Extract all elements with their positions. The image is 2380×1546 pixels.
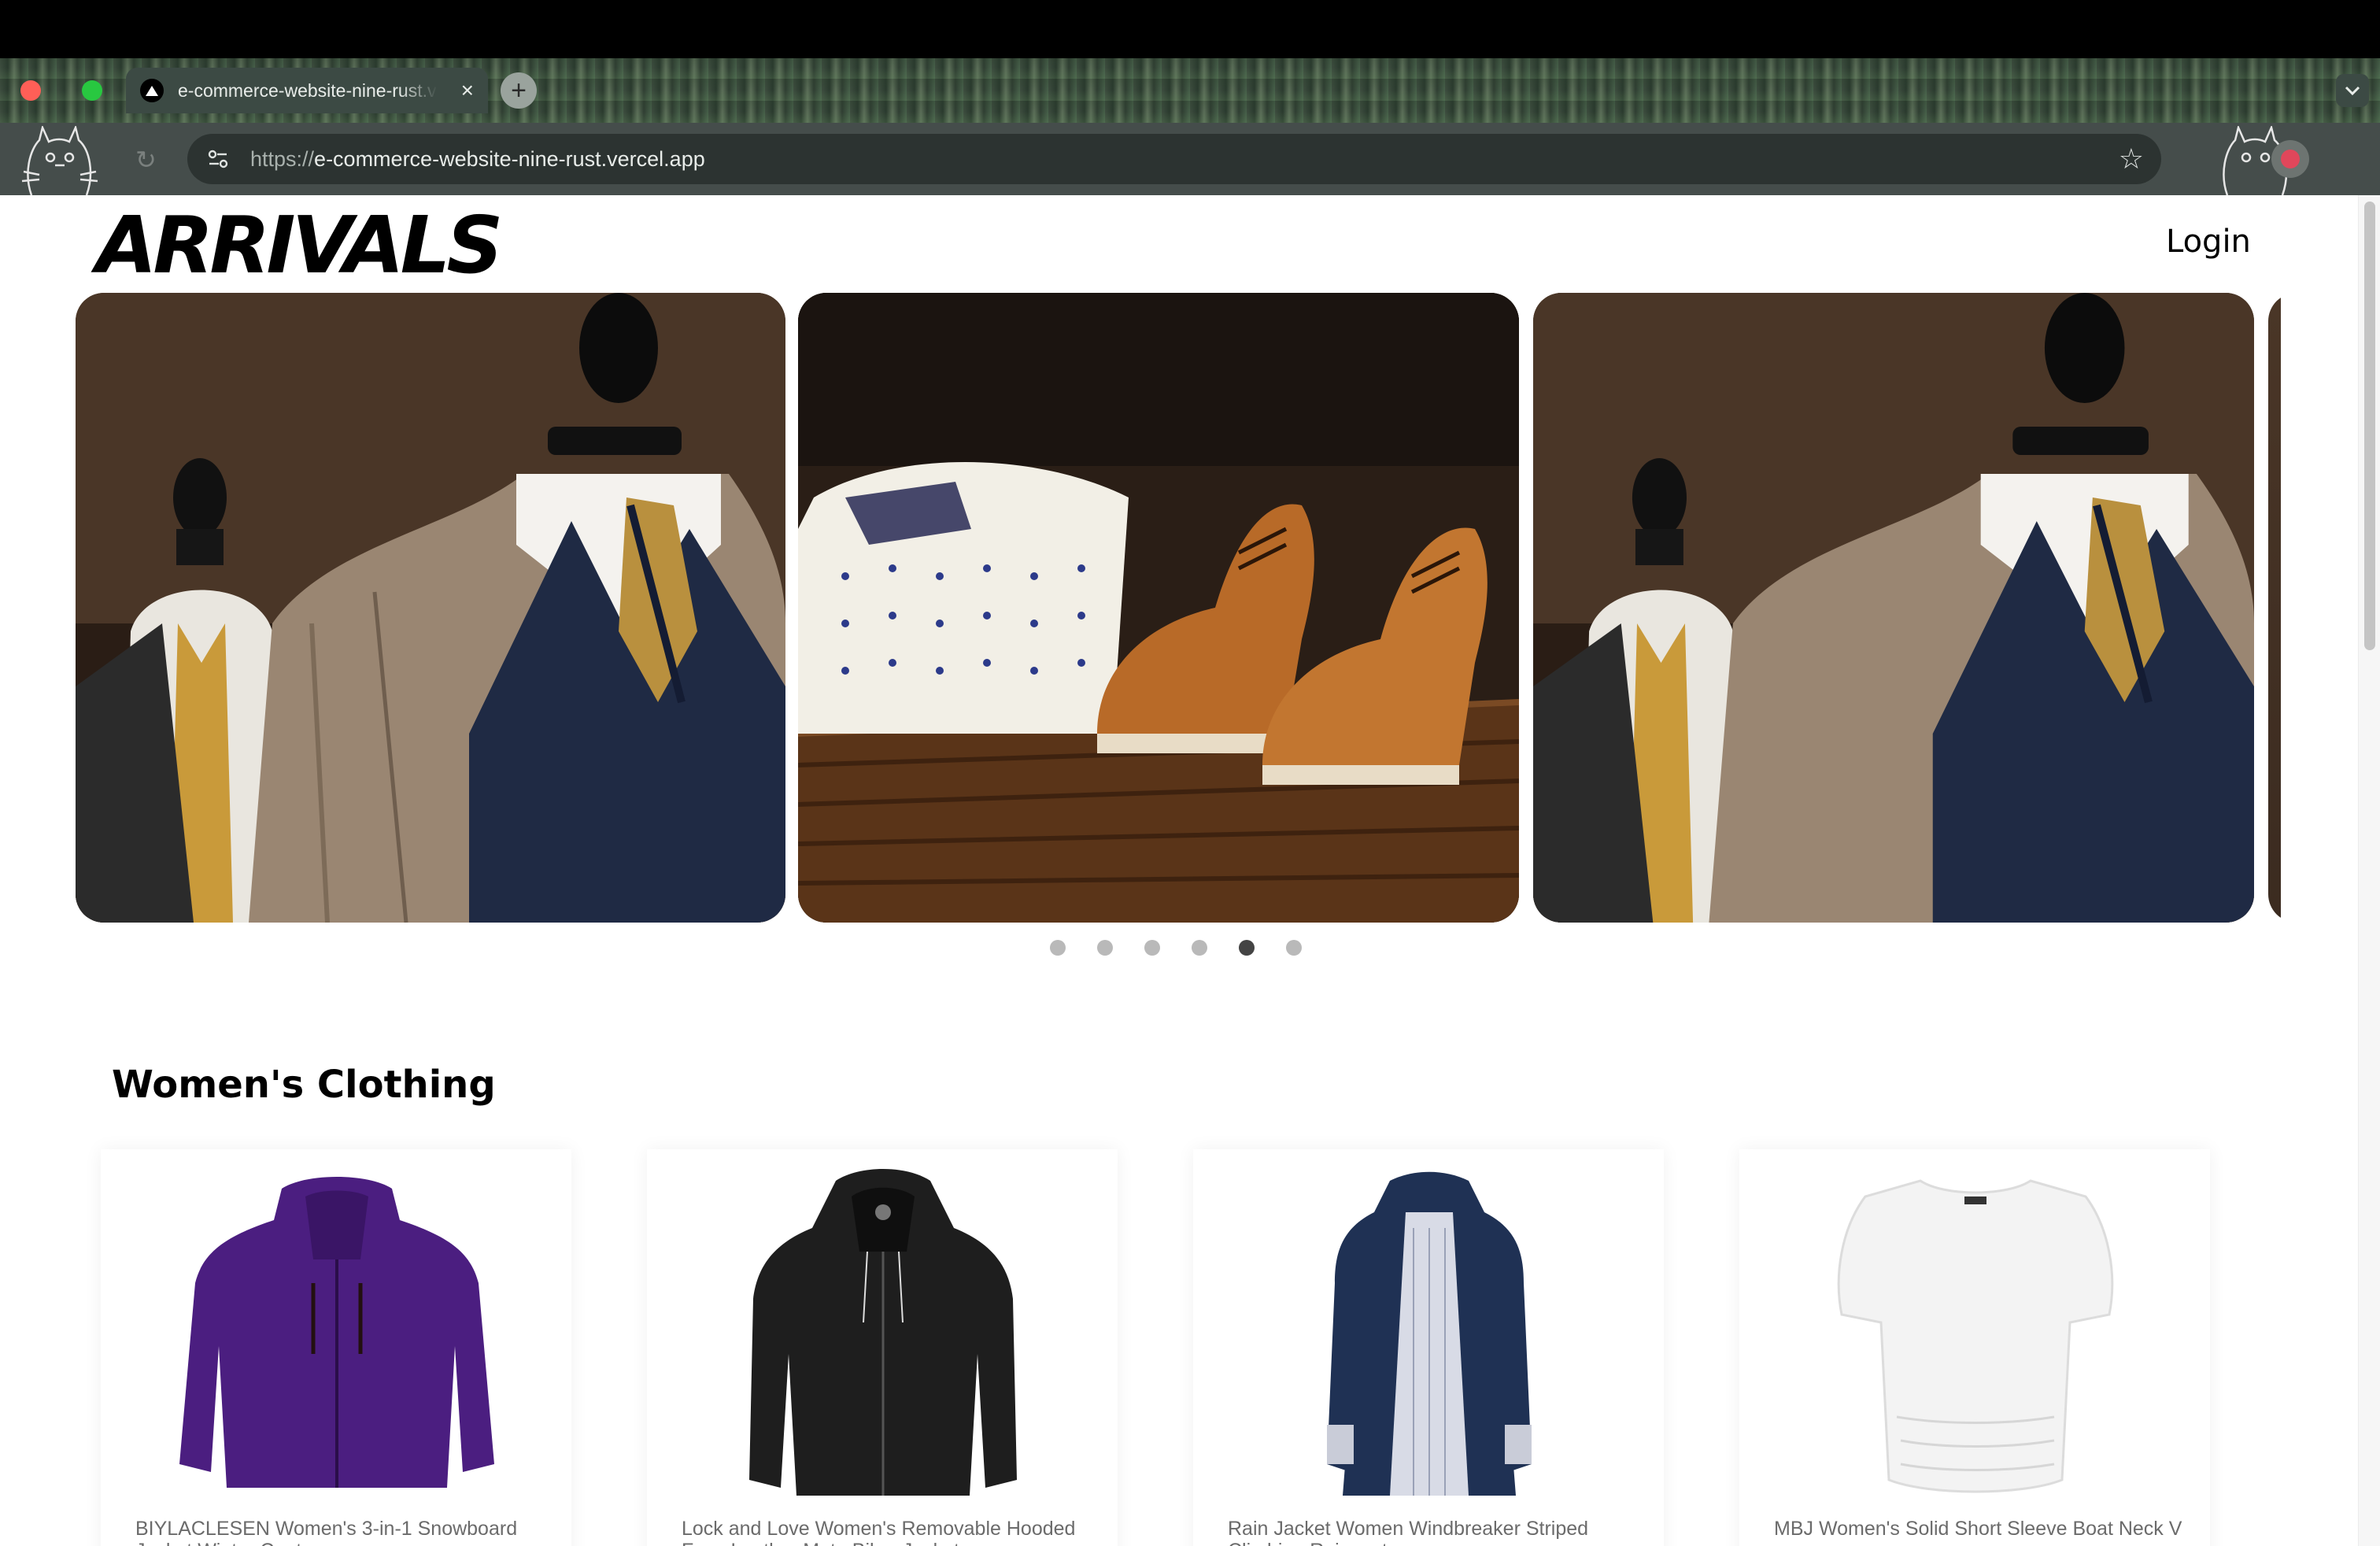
white-tshirt-image [1837, 1179, 2114, 1493]
carousel-dot[interactable] [1286, 940, 1302, 956]
carousel-slide-shoes[interactable] [798, 293, 1519, 923]
carousel-slide-suit-2[interactable] [1533, 293, 2254, 923]
tab-close-button[interactable]: × [461, 80, 474, 102]
site-info-icon[interactable] [205, 146, 231, 172]
product-title[interactable]: MBJ Women's Solid Short Sleeve Boat Neck… [1774, 1518, 2183, 1540]
carousel-dot[interactable] [1050, 940, 1066, 956]
profile-avatar-button[interactable] [2271, 140, 2309, 178]
product-title[interactable]: Rain Jacket Women Windbreaker Striped Cl… [1228, 1518, 1637, 1546]
browser-tab[interactable]: e-commerce-website-nine-rust.vercel.app … [126, 68, 488, 113]
product-card[interactable]: Lock and Love Women's Removable Hooded F… [647, 1149, 1118, 1546]
carousel-dot[interactable] [1144, 940, 1160, 956]
bookmark-star-icon[interactable]: ☆ [2119, 142, 2144, 176]
address-bar[interactable]: https://e-commerce-website-nine-rust.ver… [187, 134, 2161, 184]
product-title[interactable]: Lock and Love Women's Removable Hooded F… [682, 1518, 1091, 1546]
product-card[interactable]: MBJ Women's Solid Short Sleeve Boat Neck… [1739, 1149, 2210, 1546]
suit-mannequin-image-2 [1533, 293, 2254, 923]
page-viewport: ARRIVALS Login Women's Clothing BIYLACLE… [0, 195, 2380, 1546]
page-scrollbar[interactable] [2358, 195, 2380, 1546]
section-title-womens-clothing: Women's Clothing [112, 1063, 496, 1107]
url-text: https://e-commerce-website-nine-rust.ver… [250, 147, 705, 172]
new-tab-button[interactable]: + [501, 72, 537, 109]
shirts-and-shoes-image [798, 293, 1519, 923]
carousel-dot[interactable] [1097, 940, 1113, 956]
screen-top-bar [0, 0, 2380, 58]
hero-carousel[interactable] [76, 293, 2281, 923]
zoom-window-button[interactable] [82, 80, 102, 101]
totoro-theme-icon [21, 126, 98, 195]
carousel-dot[interactable] [1192, 940, 1207, 956]
black-leather-jacket-image [749, 1169, 1017, 1496]
close-window-button[interactable] [20, 80, 41, 101]
site-logo[interactable]: ARRIVALS [96, 206, 503, 285]
carousel-dots [1050, 940, 1302, 956]
navy-raincoat-image [1327, 1171, 1532, 1496]
tab-title: e-commerce-website-nine-rust.vercel.app [178, 80, 438, 101]
product-card[interactable]: Rain Jacket Women Windbreaker Striped Cl… [1193, 1149, 1664, 1546]
carousel-slide-suit[interactable] [76, 293, 785, 923]
tab-search-button[interactable] [2336, 74, 2369, 107]
reload-icon[interactable]: ↻ [135, 145, 157, 175]
login-link[interactable]: Login [2166, 224, 2251, 260]
suit-mannequin-image [76, 293, 785, 923]
carousel-slide-peek[interactable] [2268, 293, 2281, 923]
product-card[interactable]: BIYLACLESEN Women's 3-in-1 Snowboard Jac… [101, 1149, 571, 1546]
url-scheme: https:// [250, 146, 315, 171]
vercel-favicon-icon [140, 79, 164, 102]
scrollbar-thumb[interactable] [2364, 202, 2375, 650]
product-title[interactable]: BIYLACLESEN Women's 3-in-1 Snowboard Jac… [135, 1518, 545, 1546]
carousel-dot[interactable] [1239, 940, 1255, 956]
browser-toolbar: ↻ https://e-commerce-website-nine-rust.v… [0, 123, 2380, 195]
url-host: e-commerce-website-nine-rust.vercel.app [314, 146, 705, 171]
chevron-down-icon [2345, 86, 2360, 95]
purple-jacket-image [179, 1177, 494, 1488]
